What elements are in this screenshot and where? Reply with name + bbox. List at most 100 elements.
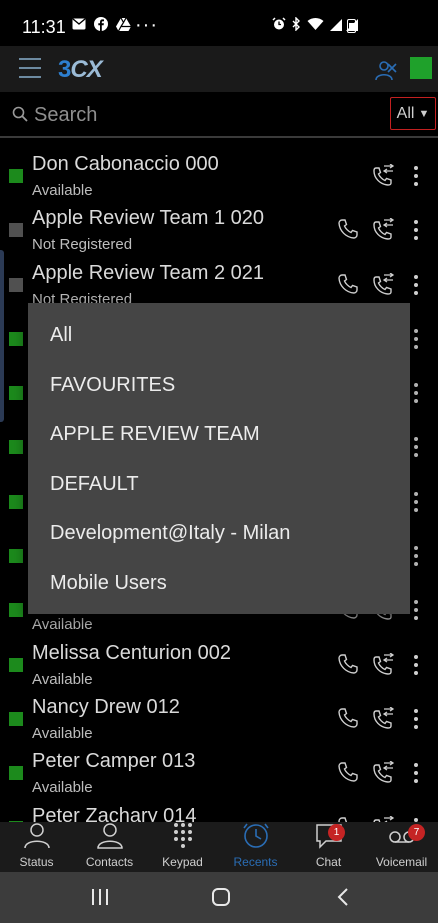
contact-row[interactable]: Peter Camper 013 Available (0, 737, 438, 796)
drive-icon (116, 17, 131, 31)
call-icon[interactable] (337, 761, 359, 783)
edge-panel-handle[interactable] (0, 250, 4, 422)
contact-name: Apple Review Team 1 020 (32, 207, 264, 230)
presence-indicator (9, 277, 23, 292)
transfer-call-icon[interactable] (371, 652, 395, 675)
more-options-icon[interactable] (412, 328, 420, 349)
tab-voicemail[interactable]: Voicemail 7 (365, 822, 438, 872)
contact-name: Melissa Centurion 002 (32, 641, 231, 664)
more-options-icon[interactable] (412, 220, 420, 241)
contact-row[interactable]: Peter Zachary 014 (0, 792, 438, 822)
back-button[interactable] (336, 888, 350, 906)
tab-label: Contacts (85, 855, 134, 869)
contact-name: Don Cabonaccio 000 (32, 153, 219, 175)
tab-label: Recents (233, 855, 278, 869)
presence-indicator (9, 494, 23, 509)
presence-indicator (9, 603, 23, 618)
mail-icon (72, 18, 86, 30)
unread-badge: 7 (408, 824, 425, 841)
contact-row[interactable]: Apple Review Team 1 020 Not Registered (0, 194, 438, 253)
presence-indicator (9, 331, 23, 346)
search-input[interactable] (34, 102, 364, 128)
presence-indicator (9, 169, 23, 183)
status-time: 11:31 (22, 17, 66, 37)
app-bar: 3CX (0, 46, 438, 92)
contact-name: Nancy Drew 012 (32, 695, 180, 718)
transfer-call-icon[interactable] (371, 163, 395, 186)
recent-apps-button[interactable] (92, 889, 108, 905)
app-logo: 3CX (58, 56, 103, 83)
tab-status[interactable]: Status (0, 822, 73, 872)
tab-contacts[interactable]: Contacts (73, 822, 146, 872)
presence-icon[interactable] (374, 58, 398, 82)
presence-indicator (9, 711, 23, 726)
transfer-call-icon[interactable] (371, 760, 395, 783)
dropdown-option[interactable]: FAVOURITES (28, 361, 410, 411)
contact-row[interactable]: Apple Review Team 2 021 Not Registered (0, 249, 438, 308)
transfer-call-icon[interactable] (371, 272, 395, 295)
filter-dropdown-button[interactable]: All ▼ (390, 97, 436, 130)
person-icon (22, 820, 52, 855)
presence-status-indicator[interactable] (410, 57, 432, 79)
system-navigation-bar (0, 872, 438, 923)
call-icon[interactable] (337, 707, 359, 729)
caret-down-icon: ▼ (418, 107, 430, 120)
contact-row[interactable]: Don Cabonaccio 000 Available (0, 140, 438, 199)
menu-icon[interactable] (19, 58, 41, 78)
call-icon[interactable] (337, 218, 359, 240)
home-button[interactable] (212, 888, 230, 906)
bluetooth-icon (292, 17, 300, 31)
tab-keypad[interactable]: Keypad (146, 822, 219, 872)
alarm-icon (272, 17, 286, 30)
tab-label: Voicemail (375, 855, 428, 869)
wifi-icon (307, 17, 324, 30)
dropdown-option[interactable]: Development@Italy - Milan (28, 509, 410, 559)
tab-label: Status (19, 855, 54, 869)
call-icon[interactable] (337, 653, 359, 675)
more-options-icon[interactable] (412, 708, 420, 729)
more-options-icon[interactable] (412, 491, 420, 512)
more-options-icon[interactable] (412, 274, 420, 295)
presence-indicator (9, 766, 23, 781)
presence-indicator (9, 223, 23, 238)
filter-value: All (396, 104, 415, 122)
bottom-tab-bar: Status Contacts Keypad Recents Chat 1 Voicemai… (0, 822, 438, 872)
more-options-icon[interactable] (412, 437, 420, 458)
dropdown-option[interactable]: All (28, 311, 410, 361)
contact-row[interactable]: Nancy Drew 012 Available (0, 683, 438, 742)
more-options-icon[interactable] (412, 654, 420, 675)
more-options-icon[interactable] (412, 600, 420, 621)
presence-indicator (9, 657, 23, 672)
more-notifications-icon: ··· (135, 14, 158, 36)
more-options-icon[interactable] (412, 546, 420, 567)
unread-badge: 1 (328, 824, 345, 841)
search-bar (0, 92, 438, 138)
tab-label: Keypad (162, 855, 203, 869)
contacts-icon (95, 820, 125, 855)
more-options-icon[interactable] (412, 763, 420, 784)
dropdown-option[interactable]: DEFAULT (28, 460, 410, 510)
more-options-icon[interactable] (412, 383, 420, 404)
contact-name: Peter Camper 013 (32, 750, 196, 773)
dropdown-option[interactable]: APPLE REVIEW TEAM (28, 410, 410, 460)
notification-icons (72, 17, 131, 31)
tab-recents[interactable]: Recents (219, 822, 292, 872)
search-icon (12, 106, 28, 122)
transfer-call-icon[interactable] (371, 217, 395, 240)
status-bar: 11:31 ··· (0, 0, 438, 46)
dropdown-option[interactable]: Mobile Users (28, 559, 410, 609)
battery-icon (347, 19, 356, 33)
keypad-icon (168, 820, 198, 855)
presence-indicator (9, 440, 23, 455)
contact-row[interactable]: Melissa Centurion 002 Available (0, 629, 438, 688)
contact-name: Apple Review Team 2 021 (32, 261, 264, 284)
transfer-call-icon[interactable] (371, 706, 395, 729)
filter-dropdown-menu: All FAVOURITES APPLE REVIEW TEAM DEFAULT Dev… (28, 303, 410, 614)
presence-indicator (9, 549, 23, 564)
call-icon[interactable] (337, 273, 359, 295)
clock-icon (241, 820, 271, 855)
more-options-icon[interactable] (412, 166, 420, 186)
tab-label: Chat (315, 855, 342, 869)
tab-chat[interactable]: Chat 1 (292, 822, 365, 872)
facebook-icon (94, 17, 108, 31)
